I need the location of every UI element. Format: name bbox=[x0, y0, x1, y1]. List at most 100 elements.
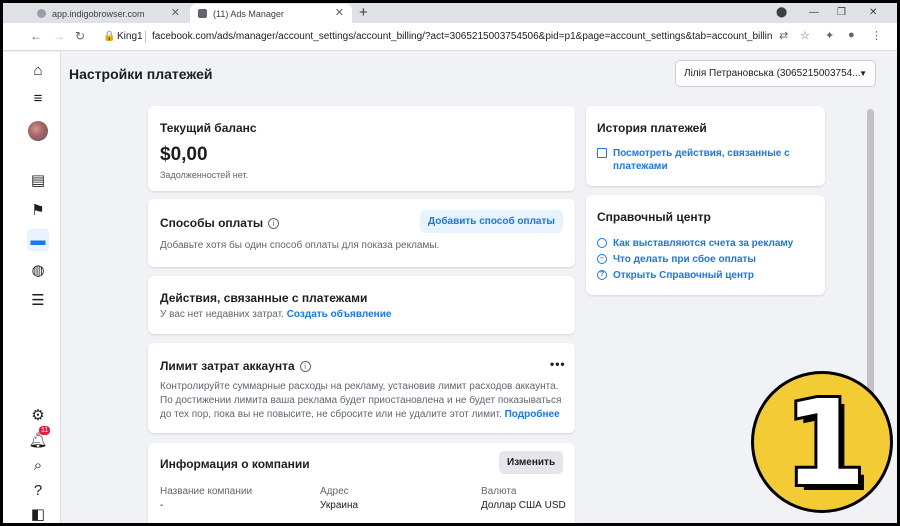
notification-badge: 11 bbox=[39, 426, 51, 435]
browser-toolbar: ← → ↻ 🔒 King1 facebook.com/ads/manager/a… bbox=[3, 23, 897, 51]
tab-ads-manager[interactable]: (11) Ads Manager ✕ bbox=[190, 4, 352, 23]
globe-icon[interactable]: ◍ bbox=[27, 259, 49, 281]
account-selector[interactable]: Лілія Петрановська (3065215003754... ▼ bbox=[675, 60, 876, 87]
profile-icon[interactable]: ● bbox=[848, 29, 855, 41]
add-payment-method-button[interactable]: Добавить способ оплаты bbox=[420, 210, 563, 233]
settings-list-icon[interactable]: ☰ bbox=[27, 289, 49, 311]
edit-company-button[interactable]: Изменить bbox=[499, 451, 564, 474]
currency-label: Валюта bbox=[481, 486, 517, 497]
spend-limit-description: Контролируйте суммарные расходы на рекла… bbox=[160, 380, 561, 422]
spend-limit-card: Лимит затрат аккаунта i ••• Контролируйте… bbox=[148, 343, 575, 433]
company-name-value: - bbox=[160, 500, 164, 511]
view-payment-activity-link[interactable]: Посмотреть действия, связанные с платежам… bbox=[597, 147, 790, 173]
tab-label: (11) Ads Manager bbox=[213, 8, 284, 19]
company-name-label: Название компании bbox=[160, 486, 253, 497]
left-nav-rail: ⌂ ≡ ▤ ⚑ ▬ ◍ ☰ ⚙ 🔔︎ 11 ⌕ ? ◧ bbox=[3, 52, 61, 523]
company-info-heading: Информация о компании bbox=[160, 457, 310, 471]
spend-limit-text-line: до тех пор, пока вы не повысите, не сбро… bbox=[160, 408, 561, 422]
help-icon[interactable]: ? bbox=[27, 479, 49, 501]
no-spend-text: У вас нет недавних затрат. bbox=[160, 309, 284, 320]
close-icon[interactable]: ✕ bbox=[335, 6, 344, 19]
info-icon[interactable]: i bbox=[299, 361, 311, 372]
lock-icon[interactable]: 🔒 bbox=[103, 31, 115, 42]
back-icon[interactable]: ← bbox=[30, 29, 42, 43]
hamburger-menu-icon[interactable]: ≡ bbox=[27, 87, 49, 109]
company-info-card: Информация о компании Изменить Название … bbox=[148, 443, 575, 523]
menu-icon[interactable]: ⋮ bbox=[871, 29, 882, 42]
account-selector-label: Лілія Петрановська (3065215003754... bbox=[684, 68, 861, 79]
spend-limit-heading: Лимит затрат аккаунта i bbox=[160, 359, 311, 373]
spend-limit-text-line: Контролируйте суммарные расходы на рекла… bbox=[160, 381, 559, 392]
help-center-card: Справочный центр Как выставляются счета … bbox=[586, 195, 825, 295]
translate-icon[interactable]: ⇄ bbox=[779, 29, 788, 42]
reload-icon[interactable]: ↻ bbox=[75, 29, 85, 43]
campaigns-icon[interactable]: ▤ bbox=[27, 169, 49, 191]
spend-limit-text-line: По достижении лимита ваша реклама будет … bbox=[160, 395, 562, 406]
info-icon[interactable]: i bbox=[268, 218, 280, 229]
address-label: Адрес bbox=[320, 486, 349, 497]
view-payment-activity-label: Посмотреть действия, связанные с платежам… bbox=[613, 147, 790, 173]
star-icon[interactable]: ☆ bbox=[800, 29, 810, 42]
help-link-label: Что делать при сбое оплаты bbox=[613, 254, 756, 265]
link-line: Посмотреть действия, связанные с bbox=[613, 148, 790, 159]
help-link-billing[interactable]: Как выставляются счета за рекламу bbox=[597, 237, 793, 250]
browser-window: app.indigobrowser.com ✕ (11) Ads Manager… bbox=[3, 3, 897, 523]
spend-limit-text-end: до тех пор, пока вы не повысите, не сбро… bbox=[160, 409, 502, 420]
forward-icon[interactable]: → bbox=[53, 29, 65, 43]
extensions-icon[interactable]: ✦ bbox=[825, 29, 834, 42]
chevron-down-icon: ▼ bbox=[859, 69, 867, 78]
payment-history-heading: История платежей bbox=[597, 121, 707, 135]
currency-value: Доллар США USD bbox=[481, 500, 566, 511]
spend-limit-title: Лимит затрат аккаунта bbox=[160, 359, 295, 373]
browser-profile-name: King1 bbox=[117, 31, 143, 42]
payment-activity-text: У вас нет недавних затрат. Создать объяв… bbox=[160, 308, 391, 322]
avatar[interactable] bbox=[27, 120, 49, 142]
toggle-panel-icon[interactable]: ◧ bbox=[27, 503, 49, 523]
balance-card: Текущий баланс $0,00 Задолженностей нет. bbox=[148, 106, 575, 191]
payment-history-card: История платежей Посмотреть действия, св… bbox=[586, 106, 825, 186]
balance-amount: $0,00 bbox=[160, 144, 208, 165]
minus-circle-icon: – bbox=[597, 254, 607, 264]
tab-indigo[interactable]: app.indigobrowser.com ✕ bbox=[25, 4, 188, 23]
payment-activity-card: Действия, связанные с платежами У вас не… bbox=[148, 276, 575, 334]
payment-activity-heading: Действия, связанные с платежами bbox=[160, 291, 368, 305]
globe-icon bbox=[37, 9, 46, 18]
home-icon[interactable]: ⌂ bbox=[27, 59, 49, 81]
help-link-open-center[interactable]: ? Открыть Справочный центр bbox=[597, 269, 754, 282]
close-icon[interactable]: ✕ bbox=[171, 6, 180, 19]
tab-search-icon[interactable]: ⬤ bbox=[776, 3, 787, 23]
ads-manager-favicon-icon bbox=[198, 9, 207, 18]
payment-methods-card: Способы оплаты i Добавить способ оплаты Д… bbox=[148, 199, 575, 267]
payment-methods-description: Добавьте хотя бы один способ оплаты для … bbox=[160, 240, 440, 251]
restore-icon[interactable]: ❐ bbox=[837, 3, 846, 23]
globe-icon bbox=[597, 238, 607, 248]
page-title: Настройки платежей bbox=[69, 66, 213, 82]
more-options-icon[interactable]: ••• bbox=[550, 357, 566, 371]
help-center-heading: Справочный центр bbox=[597, 210, 711, 224]
avatar-image bbox=[28, 121, 48, 141]
address-bar[interactable]: facebook.com/ads/manager/account_setting… bbox=[152, 31, 772, 42]
new-tab-button[interactable]: + bbox=[359, 3, 368, 23]
payment-methods-title: Способы оплаты bbox=[160, 216, 264, 230]
step-number-badge: 1 bbox=[751, 371, 893, 513]
address-value: Украина bbox=[320, 500, 359, 511]
divider bbox=[145, 31, 146, 43]
link-line: платежами bbox=[613, 161, 668, 172]
help-link-label: Открыть Справочный центр bbox=[613, 270, 755, 281]
gear-icon[interactable]: ⚙ bbox=[27, 404, 49, 426]
billing-card-icon[interactable]: ▬ bbox=[27, 229, 49, 251]
tab-bar: app.indigobrowser.com ✕ (11) Ads Manager… bbox=[3, 3, 897, 23]
minimize-icon[interactable]: — bbox=[809, 3, 819, 23]
balance-heading: Текущий баланс bbox=[160, 121, 257, 135]
search-icon[interactable]: ⌕ bbox=[27, 454, 49, 476]
bell-icon[interactable]: 🔔︎ 11 bbox=[27, 426, 51, 451]
flag-icon[interactable]: ⚑ bbox=[27, 199, 49, 221]
document-icon bbox=[597, 148, 607, 158]
tab-label: app.indigobrowser.com bbox=[52, 8, 145, 19]
question-icon: ? bbox=[597, 270, 607, 280]
learn-more-link[interactable]: Подробнее bbox=[505, 409, 560, 420]
help-link-payment-failure[interactable]: – Что делать при сбое оплаты bbox=[597, 253, 756, 266]
create-ad-link[interactable]: Создать объявление bbox=[287, 309, 392, 320]
close-window-icon[interactable]: ✕ bbox=[869, 3, 877, 23]
step-number: 1 bbox=[781, 374, 869, 512]
